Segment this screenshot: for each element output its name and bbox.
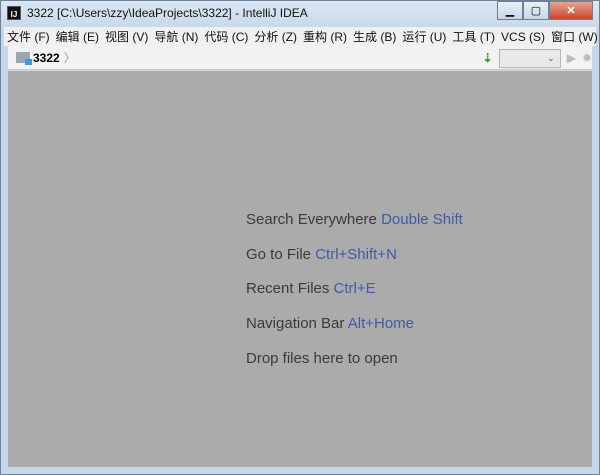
build-icon[interactable]: ⇣ <box>483 51 493 65</box>
minimize-button[interactable]: ▁ <box>497 1 523 20</box>
menu-refactor[interactable]: 重构 (R) <box>300 28 350 45</box>
menu-run[interactable]: 运行 (U) <box>399 28 449 45</box>
menu-tools[interactable]: 工具 (T) <box>449 28 498 45</box>
hint-navigation-bar: Navigation Bar Alt+Home <box>246 315 415 333</box>
menu-edit[interactable]: 编辑 (E) <box>53 28 102 45</box>
run-configuration-select[interactable]: ⌄ <box>498 48 561 68</box>
breadcrumb-project[interactable]: 3322 <box>33 51 60 65</box>
menu-code[interactable]: 代码 (C) <box>201 28 251 45</box>
hint-recent-files: Recent Files Ctrl+E <box>246 280 376 298</box>
maximize-button[interactable]: ▢ <box>523 1 549 20</box>
project-folder-icon <box>16 52 32 65</box>
menu-view[interactable]: 视图 (V) <box>102 28 151 45</box>
run-icon[interactable]: ▶ <box>567 51 576 65</box>
debug-icon[interactable]: ✹ <box>582 51 592 65</box>
navigation-bar: 3322 〉 ⇣ ⌄ ▶ ✹ <box>8 46 592 70</box>
hint-drop-files: Drop files here to open <box>246 349 398 367</box>
close-button[interactable]: ✕ <box>549 1 593 20</box>
hint-go-to-file: Go to File Ctrl+Shift+N <box>246 245 397 263</box>
menu-build[interactable]: 生成 (B) <box>350 28 399 45</box>
breadcrumb-chevron-icon: 〉 <box>63 51 76 65</box>
intellij-logo-icon: IJ <box>7 6 21 20</box>
window-title: 3322 [C:\Users\zzy\IdeaProjects\3322] - … <box>27 6 308 20</box>
menu-vcs[interactable]: VCS (S) <box>498 30 548 44</box>
menu-navigate[interactable]: 导航 (N) <box>151 28 201 45</box>
ide-window: IJ 3322 [C:\Users\zzy\IdeaProjects\3322]… <box>0 0 600 475</box>
menu-analyze[interactable]: 分析 (Z) <box>251 28 300 45</box>
hint-search-everywhere: Search Everywhere Double Shift <box>246 211 463 228</box>
menu-window[interactable]: 窗口 (W) <box>548 28 600 45</box>
editor-empty-area: Search Everywhere Double Shift Go to Fil… <box>8 71 592 467</box>
menu-bar: 文件 (F) 编辑 (E) 视图 (V) 导航 (N) 代码 (C) 分析 (Z… <box>4 27 598 46</box>
menu-file[interactable]: 文件 (F) <box>4 28 53 45</box>
